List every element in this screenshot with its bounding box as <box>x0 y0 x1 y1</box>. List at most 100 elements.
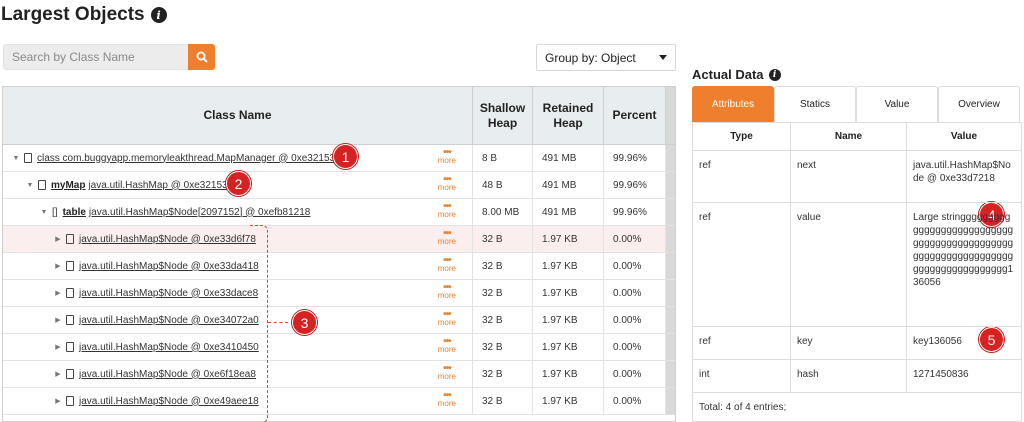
tab-attributes[interactable]: Attributes <box>692 86 774 122</box>
more-button[interactable]: ••• more <box>437 148 456 165</box>
caret-right-icon[interactable]: ▶ <box>53 316 63 324</box>
search-input[interactable] <box>3 44 188 70</box>
shallow-cell: 32 B <box>472 280 532 306</box>
class-link[interactable]: java.util.HashMap$Node @ 0xe3410450 <box>79 342 259 353</box>
more-button[interactable]: ••• more <box>438 256 456 273</box>
tab-value[interactable]: Value <box>856 86 938 122</box>
scrollbar[interactable] <box>665 87 675 144</box>
page-title: Largest Objects i <box>1 4 167 26</box>
attr-value: key136056 <box>906 327 1021 359</box>
table-row[interactable]: ▶ java.util.HashMap$Node @ 0xe33da418 ••• m… <box>3 253 675 280</box>
scrollbar-track[interactable] <box>665 361 675 387</box>
attr-type: ref <box>699 336 711 347</box>
actual-data-title: Actual Data i <box>692 67 781 82</box>
scrollbar-track[interactable] <box>665 199 675 225</box>
search-button[interactable] <box>188 44 215 70</box>
table-row[interactable]: ▶ java.util.HashMap$Node @ 0xe34072a0 ••• m… <box>3 307 675 334</box>
header-type: Type <box>730 131 753 142</box>
shallow-cell: 32 B <box>472 253 532 279</box>
attr-type: ref <box>699 160 711 171</box>
info-icon[interactable]: i <box>768 68 781 81</box>
tab-overview[interactable]: Overview <box>938 86 1020 122</box>
class-link[interactable]: java.util.HashMap$Node @ 0xe34072a0 <box>79 315 259 326</box>
page-title-text: Largest Objects <box>1 4 145 25</box>
caret-right-icon[interactable]: ▶ <box>53 235 63 243</box>
table-header: Class Name Shallow Heap Retained Heap Pe… <box>3 87 675 145</box>
class-cell: ▶ java.util.HashMap$Node @ 0xe6f18ea8 ••• m… <box>3 361 472 387</box>
header-retained-heap[interactable]: Retained Heap <box>532 87 603 144</box>
total-entries: Total: 4 of 4 entries; <box>699 402 787 413</box>
class-link[interactable]: java.util.HashMap$Node @ 0xe33da418 <box>79 261 259 272</box>
more-button[interactable]: ••• more <box>438 283 456 300</box>
scrollbar-track[interactable] <box>665 334 675 360</box>
table-row[interactable]: ▶ java.util.HashMap$Node @ 0xe33d6f78 ••• m… <box>3 226 675 253</box>
class-link[interactable]: class com.buggyapp.memoryleakthread.MapM… <box>37 153 346 164</box>
class-link[interactable]: java.util.HashMap$Node @ 0xe33dace8 <box>79 288 258 299</box>
more-label: more <box>437 210 456 219</box>
shallow-cell: 48 B <box>472 172 532 198</box>
table-row[interactable]: ▶ java.util.HashMap$Node @ 0xe3410450 ••• m… <box>3 334 675 361</box>
header-shallow-heap[interactable]: Shallow Heap <box>472 87 532 144</box>
percent-cell: 0.00% <box>603 388 665 414</box>
scrollbar-track[interactable] <box>665 172 675 198</box>
table-row[interactable]: ▶ java.util.HashMap$Node @ 0xe6f18ea8 ••• m… <box>3 361 675 388</box>
caret-right-icon[interactable]: ▶ <box>53 262 63 270</box>
info-icon[interactable]: i <box>150 7 167 23</box>
more-button[interactable]: ••• more <box>437 202 456 219</box>
shallow-cell: 32 B <box>472 334 532 360</box>
table-body: ▼ class com.buggyapp.memoryleakthread.Map… <box>3 145 675 415</box>
more-button[interactable]: ••• more <box>437 364 456 381</box>
caret-down-icon[interactable]: ▼ <box>11 155 21 162</box>
attr-name: key <box>790 327 906 359</box>
caret-right-icon[interactable]: ▶ <box>53 397 63 405</box>
class-link[interactable]: java.util.HashMap$Node @ 0xe33d6f78 <box>79 234 256 245</box>
search-icon <box>196 51 208 63</box>
shallow-cell: 32 B <box>472 388 532 414</box>
percent-cell: 99.96% <box>603 172 665 198</box>
scrollbar-track[interactable] <box>665 145 675 171</box>
group-by-select[interactable]: Group by: Object <box>536 44 676 71</box>
caret-right-icon[interactable]: ▶ <box>53 370 63 378</box>
actual-data-panel: Attributes Statics Value Overview Type N… <box>692 86 1022 422</box>
caret-down-icon[interactable]: ▼ <box>25 182 35 189</box>
header-class-name[interactable]: Class Name <box>3 87 472 144</box>
more-button[interactable]: ••• more <box>438 229 456 246</box>
more-button[interactable]: ••• more <box>438 391 456 408</box>
more-label: more <box>437 372 456 381</box>
retained-cell: 1.97 KB <box>532 253 603 279</box>
scrollbar-track[interactable] <box>665 307 675 333</box>
class-link[interactable]: java.util.HashMap$Node @ 0xe6f18ea8 <box>79 369 256 380</box>
more-button[interactable]: ••• more <box>438 175 456 192</box>
caret-down-icon[interactable]: ▼ <box>39 209 49 216</box>
caret-right-icon[interactable]: ▶ <box>53 343 63 351</box>
table-row[interactable]: ▶ java.util.HashMap$Node @ 0xe33dace8 ••• m… <box>3 280 675 307</box>
header-percent[interactable]: Percent <box>603 87 665 144</box>
more-button[interactable]: ••• more <box>437 337 456 354</box>
scrollbar-track[interactable] <box>665 388 675 414</box>
actual-data-title-text: Actual Data <box>692 67 764 82</box>
percent-cell: 0.00% <box>603 334 665 360</box>
attribute-row: int hash 1271450836 <box>693 360 1021 393</box>
field-name: table <box>62 206 86 218</box>
class-link[interactable]: java.util.HashMap$Node[2097152] @ 0xefb8… <box>89 207 310 218</box>
class-link[interactable]: java.util.HashMap @ 0xe32153f0 <box>88 180 235 191</box>
scrollbar-track[interactable] <box>665 280 675 306</box>
percent-cell: 0.00% <box>603 307 665 333</box>
table-row[interactable]: ▶ java.util.HashMap$Node @ 0xe49aee18 ••• m… <box>3 388 675 415</box>
more-label: more <box>437 156 456 165</box>
attributes-header: Type Name Value <box>693 123 1021 151</box>
annotation-bracket <box>250 225 268 422</box>
scrollbar-track[interactable] <box>665 253 675 279</box>
class-link[interactable]: java.util.HashMap$Node @ 0xe49aee18 <box>79 396 259 407</box>
table-row[interactable]: ▼[] table java.util.HashMap$Node[2097152] … <box>3 199 675 226</box>
tab-statics[interactable]: Statics <box>774 86 856 122</box>
actual-data-tabs: Attributes Statics Value Overview <box>692 86 1022 122</box>
retained-cell: 491 MB <box>532 172 603 198</box>
class-cell: ▼[] table java.util.HashMap$Node[2097152] … <box>3 199 472 225</box>
more-label: more <box>437 345 456 354</box>
caret-right-icon[interactable]: ▶ <box>53 289 63 297</box>
table-row[interactable]: ▼ myMap java.util.HashMap @ 0xe32153f0 ••• m… <box>3 172 675 199</box>
scrollbar-track[interactable] <box>665 226 675 252</box>
retained-cell: 1.97 KB <box>532 280 603 306</box>
more-button[interactable]: ••• more <box>438 310 456 327</box>
